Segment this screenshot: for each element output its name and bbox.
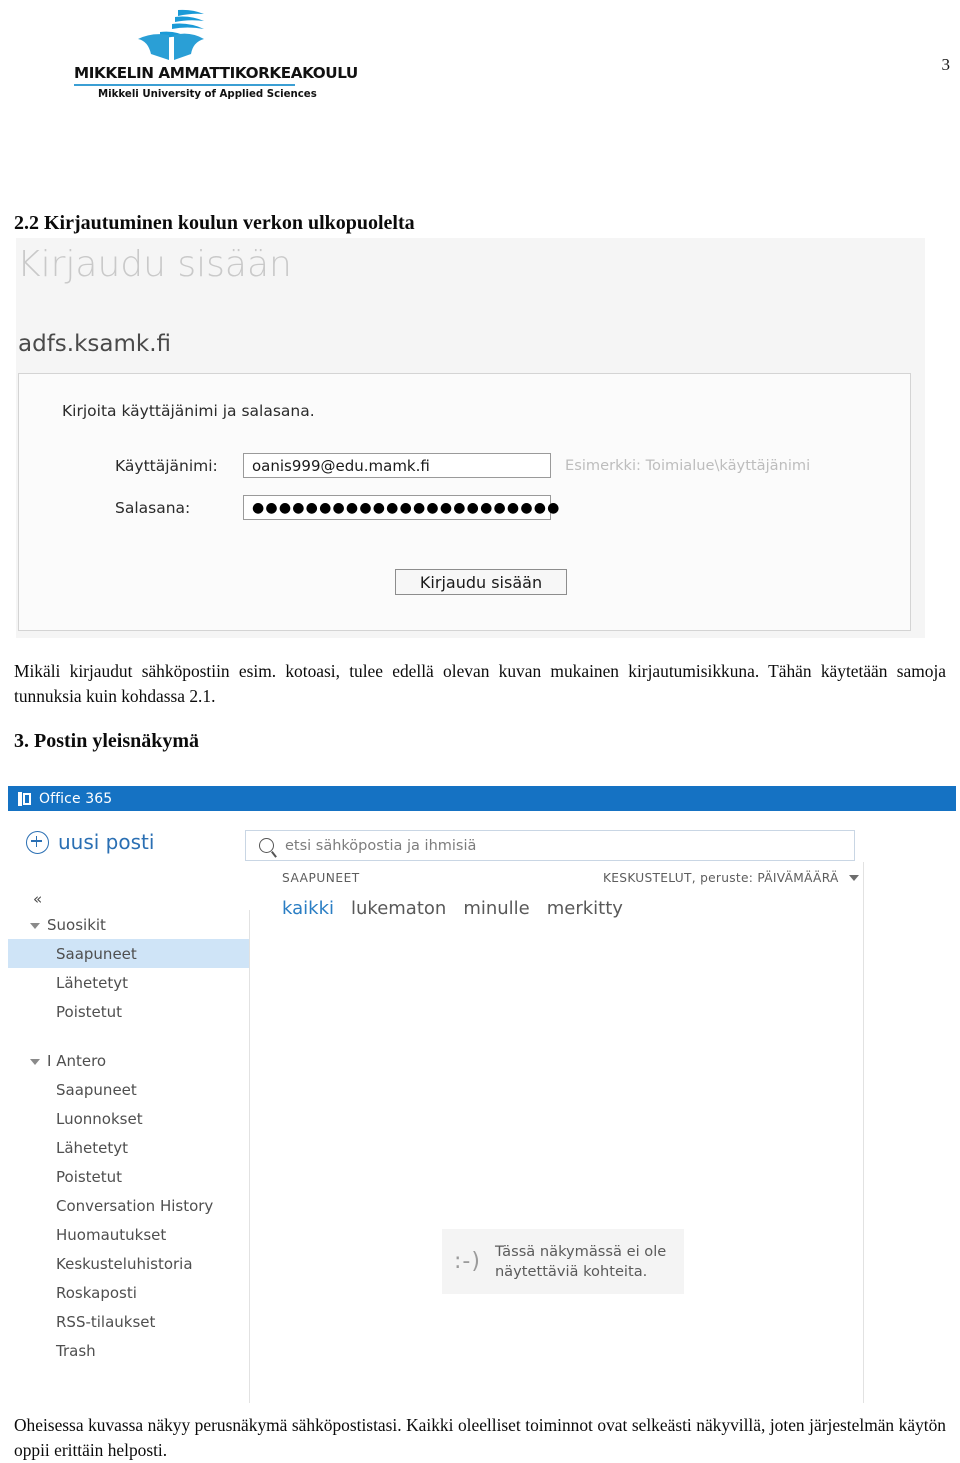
page-number: 3 <box>941 55 951 74</box>
username-hint: Esimerkki: Toimialue\käyttäjänimi <box>565 457 811 474</box>
institution-logo: MIKKELIN AMMATTIKORKEAKOULU Mikkeli Univ… <box>74 8 358 100</box>
new-mail-label: uusi posti <box>58 830 155 854</box>
sidebar-item-keskusteluhistoria[interactable]: Keskusteluhistoria <box>8 1249 249 1278</box>
message-list-header: SAAPUNEET KESKUSTELUT, peruste: PÄIVÄMÄÄ… <box>251 862 864 893</box>
password-label: Salasana: <box>115 498 191 517</box>
sidebar-group-mailbox-label: I Antero <box>47 1051 107 1070</box>
sidebar-item-label: Trash <box>56 1341 96 1360</box>
sidebar-item-saapuneet-fav[interactable]: Saapuneet <box>8 939 249 968</box>
sidebar-item-label: Conversation History <box>56 1196 214 1215</box>
sidebar-item-poistetut-fav[interactable]: Poistetut <box>8 997 249 1026</box>
sidebar-item-label: Saapuneet <box>56 944 137 963</box>
adfs-page-title: Kirjaudu sisään <box>17 244 292 285</box>
sidebar-item-label: Poistetut <box>56 1167 123 1186</box>
sidebar-item-label: Poistetut <box>56 1002 123 1021</box>
heading-section-3: 3. Postin yleisnäkymä <box>14 730 200 752</box>
tab-merkitty[interactable]: merkitty <box>547 898 623 919</box>
password-input[interactable]: ●●●●●●●●●●●●●●●●●●●●●●● <box>243 495 559 520</box>
collapse-navigation-button[interactable]: « <box>33 890 42 908</box>
message-list-pane: SAAPUNEET KESKUSTELUT, peruste: PÄIVÄMÄÄ… <box>251 862 864 1403</box>
mamk-wave-logo-icon <box>122 8 217 63</box>
sidebar-item-label: Keskusteluhistoria <box>56 1254 193 1273</box>
message-filter-tabs: kaikki lukematon minulle merkitty <box>282 898 623 919</box>
search-icon <box>259 838 274 853</box>
empty-view-message: Tässä näkymässä ei ole näytettäviä kohte… <box>494 1242 667 1280</box>
sidebar-item-luonnokset[interactable]: Luonnokset <box>8 1104 249 1133</box>
new-mail-button[interactable]: uusi posti <box>26 830 154 854</box>
sidebar-group-mailbox[interactable]: I Antero <box>8 1046 249 1075</box>
sidebar-item-poistetut[interactable]: Poistetut <box>8 1162 249 1191</box>
smiley-face-icon: :-) <box>454 1249 481 1274</box>
empty-view-notice: :-) Tässä näkymässä ei ole näytettäviä k… <box>442 1229 684 1294</box>
sort-selector[interactable]: KESKUSTELUT, peruste: PÄIVÄMÄÄRÄ <box>603 871 859 885</box>
adfs-domain-label: adfs.ksamk.fi <box>18 331 172 357</box>
adfs-credentials-panel: Kirjoita käyttäjänimi ja salasana. Käytt… <box>18 373 911 631</box>
sidebar-item-rss-tilaukset[interactable]: RSS-tilaukset <box>8 1307 249 1336</box>
logo-wordmark: MIKKELIN AMMATTIKORKEAKOULU <box>74 64 358 82</box>
adfs-password-row: Salasana: ●●●●●●●●●●●●●●●●●●●●●●● <box>115 495 559 520</box>
outlook-web-app-screenshot: Office 365 uusi posti etsi sähköpostia j… <box>8 786 956 1403</box>
tab-kaikki[interactable]: kaikki <box>282 898 334 919</box>
sidebar-item-saapuneet[interactable]: Saapuneet <box>8 1075 249 1104</box>
sidebar-item-huomautukset[interactable]: Huomautukset <box>8 1220 249 1249</box>
sidebar-group-favorites-label: Suosikit <box>47 915 106 934</box>
sidebar-item-lahetetyt-fav[interactable]: Lähetetyt <box>8 968 249 997</box>
current-folder-title: SAAPUNEET <box>282 870 360 885</box>
logo-subtitle: Mikkeli University of Applied Sciences <box>98 89 317 100</box>
search-input[interactable]: etsi sähköpostia ja ihmisiä <box>285 838 476 854</box>
office365-brand-label: Office 365 <box>39 790 113 807</box>
sidebar-item-label: Lähetetyt <box>56 1138 129 1157</box>
chevron-down-icon <box>30 1058 40 1065</box>
adfs-username-row: Käyttäjänimi: oanis999@edu.mamk.fi Esime… <box>115 453 810 478</box>
reading-pane <box>865 862 956 1403</box>
paragraph-after-login-screenshot: Mikäli kirjaudut sähköpostiin esim. koto… <box>14 661 946 706</box>
sidebar-item-label: RSS-tilaukset <box>56 1312 156 1331</box>
sidebar-item-label: Luonnokset <box>56 1109 143 1128</box>
adfs-login-screenshot: Kirjaudu sisään adfs.ksamk.fi Kirjoita k… <box>16 238 925 638</box>
sidebar-group-favorites[interactable]: Suosikit <box>8 910 249 939</box>
sidebar-item-roskaposti[interactable]: Roskaposti <box>8 1278 249 1307</box>
heading-section-2-2: 2.2 Kirjautuminen koulun verkon ulkopuol… <box>14 212 415 234</box>
search-box[interactable]: etsi sähköpostia ja ihmisiä <box>245 830 855 861</box>
tab-lukematon[interactable]: lukematon <box>351 898 446 919</box>
chevron-down-icon <box>848 874 859 881</box>
office-tile-icon <box>18 791 32 806</box>
tab-minulle[interactable]: minulle <box>463 898 529 919</box>
sidebar-item-trash[interactable]: Trash <box>8 1336 249 1365</box>
chevron-down-icon <box>30 922 40 929</box>
sidebar-item-label: Huomautukset <box>56 1225 167 1244</box>
sign-in-button[interactable]: Kirjaudu sisään <box>395 569 567 595</box>
sidebar-item-label: Saapuneet <box>56 1080 137 1099</box>
logo-divider <box>74 84 295 86</box>
sidebar-item-conversation-history[interactable]: Conversation History <box>8 1191 249 1220</box>
sidebar-item-label: Lähetetyt <box>56 973 129 992</box>
folder-navigation-pane: Suosikit Saapuneet Lähetetyt Poistetut I… <box>8 910 250 1403</box>
office365-suite-bar: Office 365 <box>8 786 956 811</box>
paragraph-after-owa-screenshot: Oheisessa kuvassa näkyy perusnäkymä sähk… <box>14 1415 946 1460</box>
sidebar-item-label: Roskaposti <box>56 1283 137 1302</box>
plus-circle-icon <box>26 830 49 854</box>
adfs-prompt-text: Kirjoita käyttäjänimi ja salasana. <box>62 402 315 420</box>
sidebar-item-lahetetyt[interactable]: Lähetetyt <box>8 1133 249 1162</box>
sort-label: KESKUSTELUT, peruste: PÄIVÄMÄÄRÄ <box>603 870 839 885</box>
username-input[interactable]: oanis999@edu.mamk.fi <box>243 453 551 478</box>
username-label: Käyttäjänimi: <box>115 456 218 475</box>
